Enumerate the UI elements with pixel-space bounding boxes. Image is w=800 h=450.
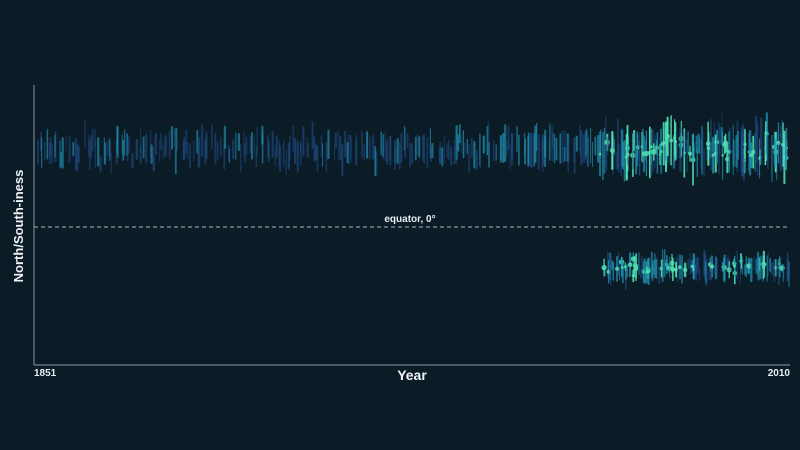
data-point-south [690,264,694,268]
data-point-north [598,152,602,156]
data-point-south [615,266,619,271]
chart-svg: equator, 0° 1851 2010 Year North/South-i… [11,85,791,383]
data-point-south [627,262,633,268]
data-point-south [601,264,607,271]
data-point-south [620,266,624,269]
data-point-south [630,256,636,262]
data-point-north [625,152,630,157]
x-axis-title: Year [397,367,427,383]
data-point-south [623,265,627,268]
data-point-north [743,142,747,146]
data-point-north [673,139,677,144]
data-point-south [726,267,732,273]
data-point-south [633,266,639,272]
data-point-north [688,151,692,156]
data-point-north [609,148,615,153]
chart-container: equator, 0° 1851 2010 Year North/South-i… [0,0,800,450]
equator-annotation: equator, 0° [384,214,435,225]
data-point-north [641,151,647,157]
data-point-north [721,154,724,157]
data-point-north [722,142,727,148]
data-point-north [659,150,663,153]
data-point-south [670,266,676,272]
data-point-north [751,149,756,155]
data-point-south [646,269,651,274]
data-point-south [709,264,715,269]
data-point-north [651,149,657,155]
x-tick-label-end: 2010 [768,368,791,379]
data-point-north [665,133,671,139]
data-point-north [669,138,674,143]
data-marks [36,110,790,291]
data-point-north [650,145,653,148]
data-point-south [761,265,765,269]
y-axis-title: North/South-iness [11,170,26,283]
data-point-south [683,267,688,273]
x-tick-label-start: 1851 [34,368,57,379]
data-point-north [706,146,711,151]
data-point-south [733,264,737,268]
